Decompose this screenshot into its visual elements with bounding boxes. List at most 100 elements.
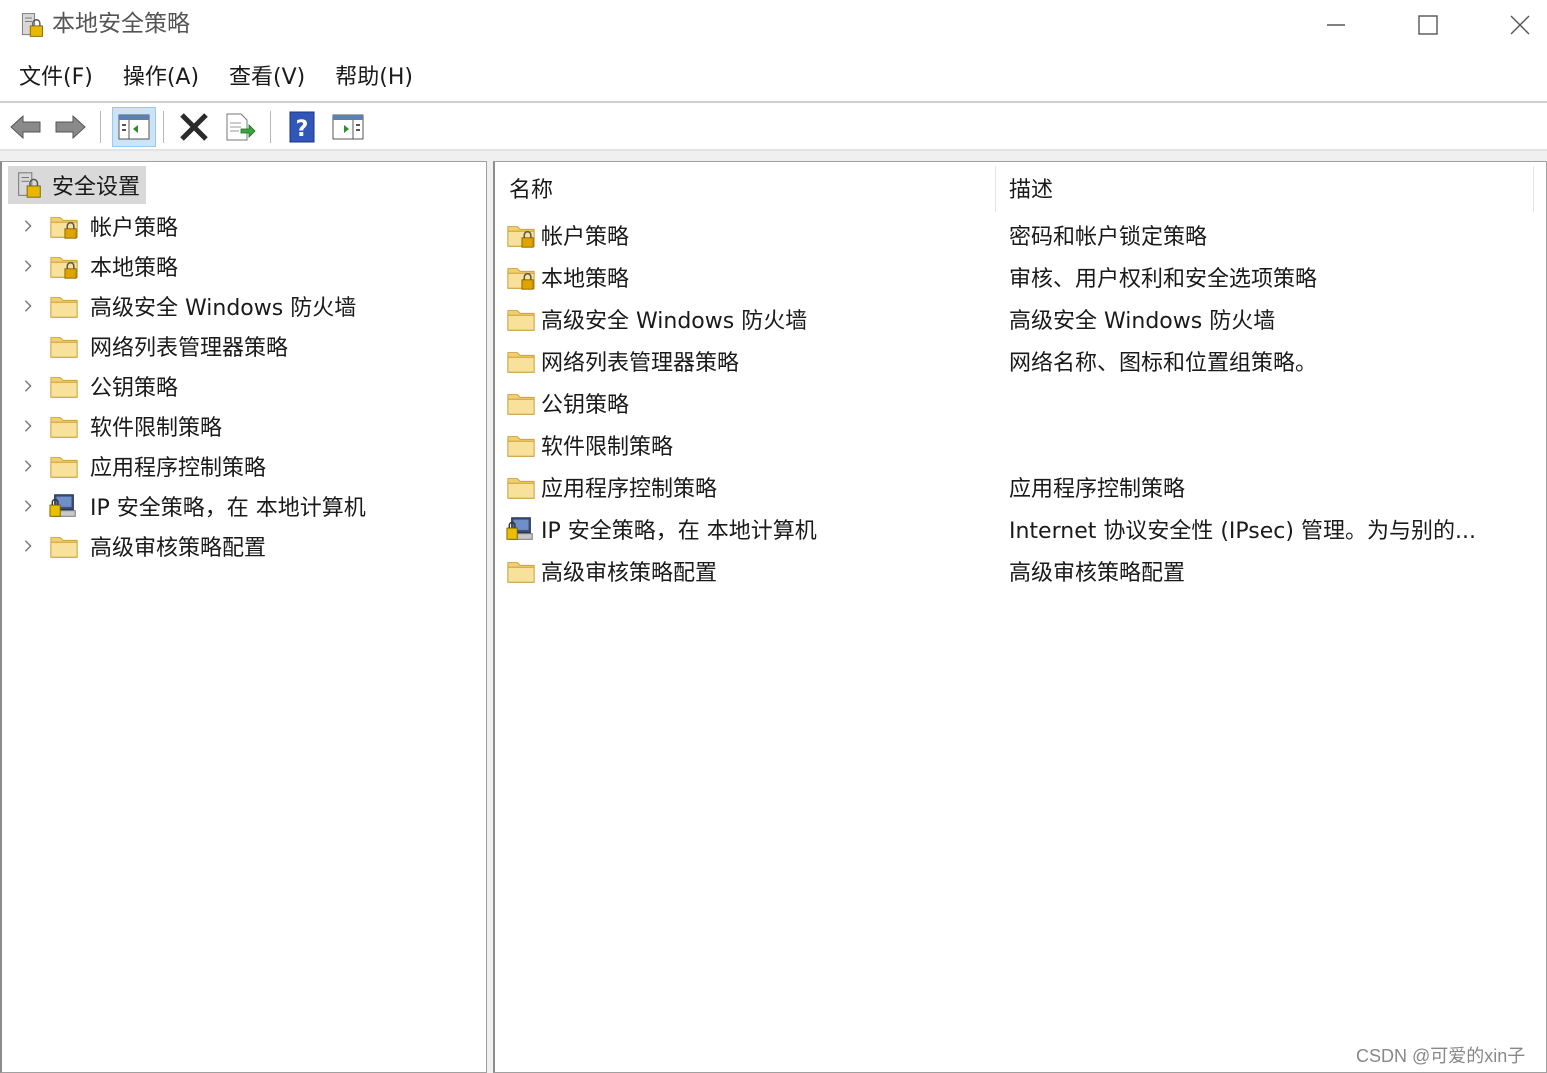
list-item[interactable]: 帐户策略 密码和帐户锁定策略	[495, 214, 1545, 256]
expand-chevron-icon[interactable]	[8, 246, 48, 286]
column-divider[interactable]	[995, 166, 996, 212]
expand-chevron-icon[interactable]	[8, 526, 48, 566]
list-item[interactable]: 应用程序控制策略 应用程序控制策略	[495, 466, 1545, 508]
menu-help[interactable]: 帮助(H)	[321, 56, 429, 100]
action-pane-icon	[332, 114, 364, 140]
column-header-description[interactable]: 描述	[1009, 162, 1529, 214]
tree-item-label: 高级安全 Windows 防火墙	[90, 296, 357, 321]
list-item-name: 高级安全 Windows 防火墙	[541, 309, 808, 334]
forward-button[interactable]	[50, 107, 90, 147]
list-item-description: Internet 协议安全性 (IPsec) 管理。为与别的...	[1009, 519, 1476, 544]
delete-button[interactable]	[174, 107, 214, 147]
list-item[interactable]: 软件限制策略	[495, 424, 1545, 466]
menu-action[interactable]: 操作(A)	[109, 56, 215, 100]
expand-chevron-icon[interactable]	[8, 206, 48, 246]
tree-root-security-settings[interactable]: 安全设置	[8, 166, 147, 204]
folder-icon	[48, 530, 80, 562]
action-pane-button[interactable]	[328, 107, 368, 147]
watermark: CSDN @可爱的xin子	[1356, 1046, 1526, 1066]
list-item[interactable]: 公钥策略	[495, 382, 1545, 424]
list-item-name: 软件限制策略	[541, 435, 674, 460]
folder-icon	[48, 290, 80, 322]
menu-view[interactable]: 查看(V)	[215, 56, 321, 100]
list-item-description: 审核、用户权利和安全选项策略	[1009, 267, 1318, 292]
tree-item-label: 高级审核策略配置	[90, 536, 267, 561]
tree-item-label: 帐户策略	[90, 216, 179, 241]
expand-chevron-icon[interactable]	[8, 486, 48, 526]
locked-folder-icon	[505, 219, 537, 251]
expand-chevron-icon[interactable]	[8, 406, 48, 446]
tree-root-label: 安全设置	[52, 175, 141, 200]
delete-icon	[180, 113, 208, 141]
client-area: 安全设置 帐户策略 本地策略 高级安全 Windows 防火墙 网络列表管理器策…	[0, 151, 1547, 1073]
list-item-name: 本地策略	[541, 267, 630, 292]
column-header-name[interactable]: 名称	[509, 162, 995, 214]
ip-security-icon	[48, 490, 80, 522]
tree-item-label: 本地策略	[90, 256, 179, 281]
expand-chevron-icon[interactable]	[8, 446, 48, 486]
tree-item-public-key-policy[interactable]: 公钥策略	[2, 366, 178, 406]
folder-icon	[505, 387, 537, 419]
show-hide-console-tree-button[interactable]	[112, 107, 156, 147]
result-list-pane[interactable]: 名称 描述 帐户策略 密码和帐户锁定策略 本地策略 审核、用户权利和安全选项策略…	[493, 161, 1547, 1073]
folder-icon	[505, 555, 537, 587]
console-tree-pane[interactable]: 安全设置 帐户策略 本地策略 高级安全 Windows 防火墙 网络列表管理器策…	[0, 161, 487, 1073]
tree-item-label: IP 安全策略，在 本地计算机	[90, 496, 366, 521]
list-item[interactable]: 本地策略 审核、用户权利和安全选项策略	[495, 256, 1545, 298]
list-item[interactable]: 高级安全 Windows 防火墙 高级安全 Windows 防火墙	[495, 298, 1545, 340]
list-item-description: 高级安全 Windows 防火墙	[1009, 309, 1276, 334]
tree-item-account-policy[interactable]: 帐户策略	[2, 206, 178, 246]
close-icon	[1510, 15, 1530, 35]
tree-item-app-control-policy[interactable]: 应用程序控制策略	[2, 446, 266, 486]
help-icon: ?	[289, 111, 315, 143]
list-item[interactable]: IP 安全策略，在 本地计算机 Internet 协议安全性 (IPsec) 管…	[495, 508, 1545, 550]
tree-item-local-policy[interactable]: 本地策略	[2, 246, 178, 286]
maximize-icon	[1418, 15, 1438, 35]
svg-text:?: ?	[296, 117, 309, 142]
locked-folder-icon	[48, 250, 80, 282]
toolbar-separator	[100, 111, 101, 143]
export-list-icon	[226, 113, 256, 141]
column-divider[interactable]	[1533, 166, 1534, 212]
folder-icon	[48, 450, 80, 482]
tree-item-label: 应用程序控制策略	[90, 456, 267, 481]
folder-icon	[505, 303, 537, 335]
locked-folder-icon	[505, 261, 537, 293]
forward-arrow-icon	[55, 114, 86, 140]
back-button[interactable]	[6, 107, 46, 147]
title-bar: 本地安全策略	[0, 0, 1547, 50]
menu-file[interactable]: 文件(F)	[0, 56, 109, 100]
security-settings-icon	[14, 170, 44, 200]
help-button[interactable]: ?	[282, 107, 322, 147]
export-list-button[interactable]	[220, 107, 260, 147]
list-item-name: IP 安全策略，在 本地计算机	[541, 519, 817, 544]
tree-item-software-restriction[interactable]: 软件限制策略	[2, 406, 222, 446]
list-item-description: 网络名称、图标和位置组策略。	[1009, 351, 1318, 376]
list-item-name: 应用程序控制策略	[541, 477, 718, 502]
locked-folder-icon	[48, 210, 80, 242]
list-item[interactable]: 网络列表管理器策略 网络名称、图标和位置组策略。	[495, 340, 1545, 382]
menu-bar: 文件(F) 操作(A) 查看(V) 帮助(H)	[0, 56, 429, 100]
folder-icon	[48, 370, 80, 402]
folder-icon	[505, 429, 537, 461]
tree-item-label: 软件限制策略	[90, 416, 223, 441]
tree-item-ip-security-policy[interactable]: IP 安全策略，在 本地计算机	[2, 486, 366, 526]
close-button[interactable]	[1474, 0, 1547, 50]
tree-item-advanced-audit-policy[interactable]: 高级审核策略配置	[2, 526, 266, 566]
tree-item-network-list-manager[interactable]: 网络列表管理器策略	[2, 326, 288, 366]
folder-icon	[505, 471, 537, 503]
minimize-button[interactable]	[1290, 0, 1382, 50]
list-item-name: 高级审核策略配置	[541, 561, 718, 586]
expand-chevron-icon[interactable]	[8, 286, 48, 326]
ip-security-icon	[505, 513, 537, 545]
list-item-description: 应用程序控制策略	[1009, 477, 1186, 502]
list-item-name: 帐户策略	[541, 225, 630, 250]
list-item[interactable]: 高级审核策略配置 高级审核策略配置	[495, 550, 1545, 592]
expand-chevron-icon[interactable]	[8, 366, 48, 406]
show-hide-console-tree-icon	[118, 114, 150, 140]
maximize-button[interactable]	[1382, 0, 1474, 50]
back-arrow-icon	[10, 114, 41, 140]
tree-item-windows-firewall[interactable]: 高级安全 Windows 防火墙	[2, 286, 356, 326]
window-title: 本地安全策略	[52, 11, 190, 37]
